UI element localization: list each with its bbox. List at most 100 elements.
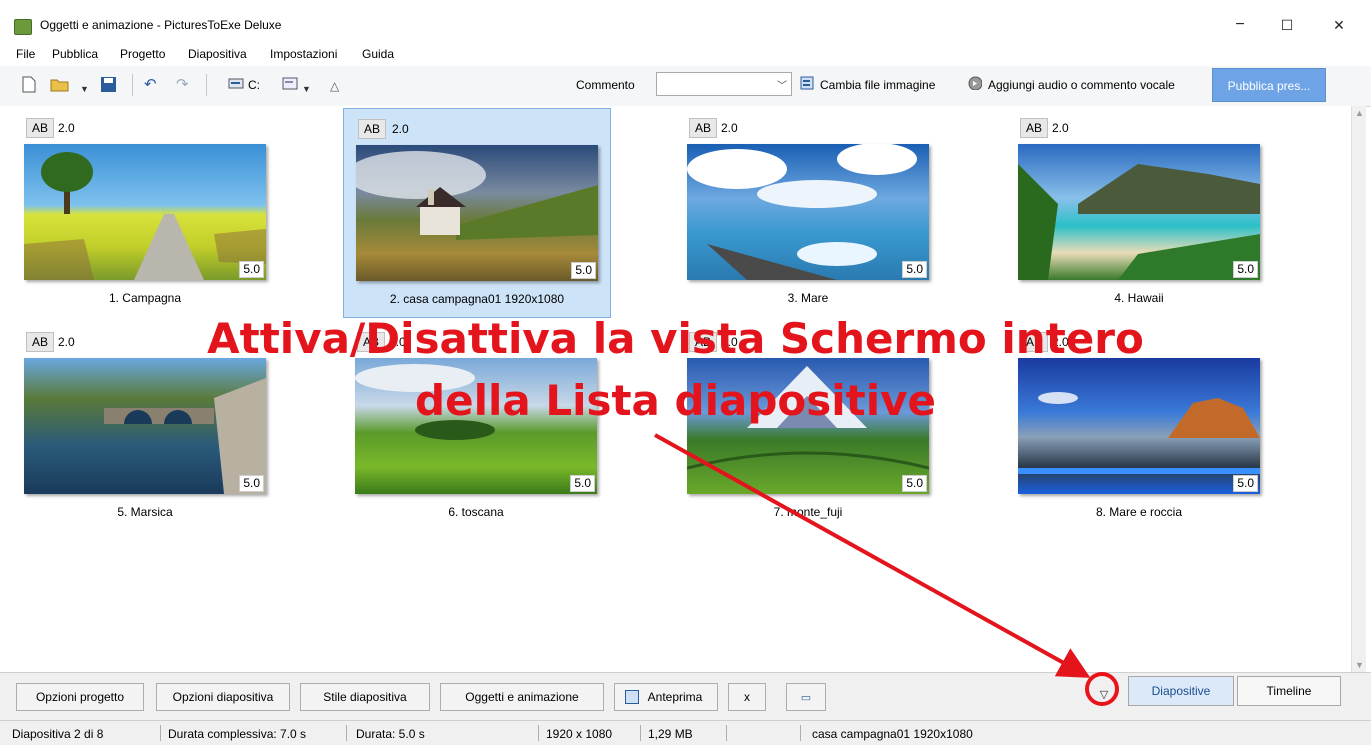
transition-duration: 2.0 <box>721 121 738 135</box>
undo-icon[interactable]: ↶ <box>144 76 157 94</box>
status-duration: Durata: 5.0 s <box>356 727 425 741</box>
menu-bar: File Pubblica Progetto Diapositiva Impos… <box>0 42 1371 66</box>
ab-badge[interactable]: AB <box>689 118 717 138</box>
transition-duration: 2.0 <box>58 121 75 135</box>
slide-caption: 1. Campagna <box>108 291 182 305</box>
redo-icon[interactable]: ↷ <box>176 76 189 94</box>
ab-badge[interactable]: AB <box>1020 118 1048 138</box>
slide-thumbnail[interactable]: 5.0 <box>1018 144 1260 280</box>
drive-label[interactable]: C: <box>248 78 260 92</box>
slide-thumbnail[interactable]: 5.0 <box>24 144 266 280</box>
chevron-down-icon[interactable]: ▼ <box>302 80 311 98</box>
menu-guida[interactable]: Guida <box>362 47 394 61</box>
preview-label: Anteprima <box>647 690 703 704</box>
status-separator <box>640 725 641 741</box>
status-total-duration: Durata complessiva: 7.0 s <box>168 727 307 741</box>
ab-badge[interactable]: AB <box>26 118 54 138</box>
hawaii-image <box>1018 164 1260 280</box>
slide-list: AB 2.0 5.0 1. Campagna AB 2.0 5.0 2. cas… <box>0 106 1351 672</box>
status-separator <box>538 725 539 741</box>
tab-diapositive[interactable]: Diapositive <box>1128 676 1234 706</box>
slide-thumbnail[interactable]: 5.0 <box>687 144 929 280</box>
menu-impostazioni[interactable]: Impostazioni <box>270 47 337 61</box>
slide-duration: 5.0 <box>1233 261 1258 278</box>
window-title: Oggetti e animazione - PicturesToExe Del… <box>40 18 282 32</box>
slide-caption: 7. monte_fuji <box>773 505 843 519</box>
title-bar: Oggetti e animazione - PicturesToExe Del… <box>0 0 1371 42</box>
status-slide-position: Diapositiva 2 di 8 <box>12 727 104 741</box>
countryside-image <box>24 152 266 280</box>
slide-duration: 5.0 <box>1233 475 1258 492</box>
publish-button[interactable]: Pubblica pres... <box>1212 68 1326 102</box>
window-toggle-button[interactable]: ▭ <box>786 683 826 711</box>
slide-item[interactable]: AB 2.0 5.0 4. Hawaii <box>1018 114 1282 320</box>
add-audio-button[interactable]: Aggiungi audio o commento vocale <box>988 78 1175 92</box>
maximize-button[interactable]: ☐ <box>1272 13 1302 37</box>
transition-duration: 2.0 <box>392 122 409 136</box>
sea-image <box>687 144 917 280</box>
window-icon: ▭ <box>800 692 812 704</box>
menu-pubblica[interactable]: Pubblica <box>52 47 98 61</box>
scroll-up-icon[interactable]: ▲ <box>1355 108 1364 118</box>
annotation-circle <box>1085 672 1119 706</box>
chevron-down-icon: ﹀ <box>777 81 787 92</box>
view-icon[interactable] <box>282 76 298 90</box>
status-separator <box>726 725 727 741</box>
comment-select[interactable]: ﹀ <box>656 72 792 96</box>
status-bar: Diapositiva 2 di 8 Durata complessiva: 7… <box>0 720 1371 745</box>
image-icon[interactable] <box>800 76 814 90</box>
bottom-toolbar: Opzioni progetto Opzioni diapositiva Sti… <box>0 672 1371 721</box>
comment-label: Commento <box>576 78 635 92</box>
slide-caption: 8. Mare e roccia <box>1095 505 1183 519</box>
status-separator <box>800 725 801 741</box>
toolbar-separator <box>132 74 133 96</box>
slide-item[interactable]: AB 2.0 5.0 1. Campagna <box>24 114 288 320</box>
change-image-button[interactable]: Cambia file immagine <box>820 78 935 92</box>
slide-options-button[interactable]: Opzioni diapositiva <box>156 683 290 711</box>
toolbar: ▼ ↶ ↷ C: ▼ △ Commento ﹀ Cambia file imma… <box>0 66 1371 107</box>
menu-diapositiva[interactable]: Diapositiva <box>188 47 247 61</box>
audio-icon[interactable] <box>968 76 982 90</box>
play-icon <box>625 690 639 704</box>
slide-caption: 2. casa campagna01 1920x1080 <box>389 292 565 306</box>
slide-item-selected[interactable]: AB 2.0 5.0 2. casa campagna01 1920x1080 <box>343 108 611 318</box>
minimize-button[interactable]: − <box>1225 13 1255 37</box>
slide-thumbnail[interactable]: 5.0 <box>356 145 598 281</box>
new-file-icon[interactable] <box>22 76 36 93</box>
slide-style-button[interactable]: Stile diapositiva <box>300 683 430 711</box>
slide-caption: 4. Hawaii <box>1114 291 1164 305</box>
close-x-button[interactable]: x <box>728 683 766 711</box>
slide-duration: 5.0 <box>571 262 596 279</box>
objects-animation-button[interactable]: Oggetti e animazione <box>440 683 604 711</box>
slide-duration: 5.0 <box>239 261 264 278</box>
annotation-line-2: della Lista diapositive <box>415 376 936 425</box>
drive-icon[interactable] <box>228 76 244 90</box>
preview-button[interactable]: Anteprima <box>614 683 718 711</box>
scroll-down-icon[interactable]: ▼ <box>1355 660 1364 670</box>
transition-duration: 2.0 <box>1052 121 1069 135</box>
slide-duration: 5.0 <box>239 475 264 492</box>
toolbar-separator <box>206 74 207 96</box>
chevron-down-icon[interactable]: ▼ <box>80 80 89 98</box>
vertical-scrollbar[interactable]: ▲ ▼ <box>1351 106 1366 672</box>
slide-duration: 5.0 <box>570 475 595 492</box>
save-icon[interactable] <box>100 76 117 93</box>
slide-caption: 6. toscana <box>448 505 504 519</box>
status-filename: casa campagna01 1920x1080 <box>812 727 973 741</box>
farmhouse-image <box>356 151 598 240</box>
app-icon <box>14 19 32 35</box>
triangle-up-icon[interactable]: △ <box>330 77 339 95</box>
slide-caption: 3. Mare <box>787 291 829 305</box>
ab-badge[interactable]: AB <box>358 119 386 139</box>
tab-timeline[interactable]: Timeline <box>1237 676 1341 706</box>
status-resolution: 1920 x 1080 <box>546 727 613 741</box>
menu-file[interactable]: File <box>16 47 35 61</box>
slide-caption: 5. Marsica <box>117 505 173 519</box>
close-button[interactable]: ✕ <box>1324 13 1354 37</box>
slide-duration: 5.0 <box>902 475 927 492</box>
slide-item[interactable]: AB 2.0 5.0 3. Mare <box>687 114 951 320</box>
slide-duration: 5.0 <box>902 261 927 278</box>
open-folder-icon[interactable] <box>50 76 72 93</box>
menu-progetto[interactable]: Progetto <box>120 47 165 61</box>
project-options-button[interactable]: Opzioni progetto <box>16 683 144 711</box>
